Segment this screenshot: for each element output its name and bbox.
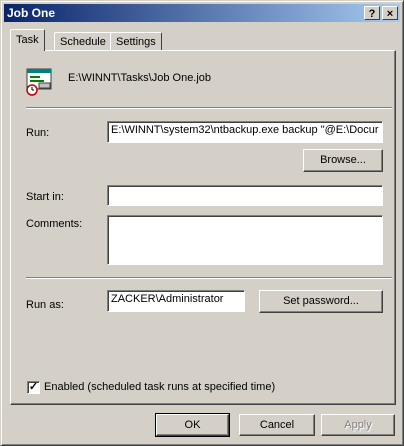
comments-label: Comments:: [26, 218, 83, 230]
cancel-button-label: Cancel: [259, 419, 295, 431]
start-in-label: Start in:: [26, 191, 64, 203]
separator: [26, 277, 392, 279]
window-title: Job One: [7, 6, 56, 20]
close-button[interactable]: ×: [382, 6, 398, 20]
separator: [26, 107, 392, 109]
ok-button[interactable]: OK: [155, 413, 230, 437]
browse-button[interactable]: Browse...: [303, 149, 383, 172]
tab-schedule[interactable]: Schedule: [54, 32, 112, 50]
enabled-checkbox[interactable]: ✓: [27, 381, 40, 394]
cancel-button[interactable]: Cancel: [239, 414, 315, 436]
task-file-path: E:\WINNT\Tasks\Job One.job: [68, 72, 212, 84]
run-label: Run:: [26, 127, 50, 139]
task-properties-window: Job One ? × Task Schedule Settings E:\WI…: [0, 0, 404, 446]
run-input[interactable]: E:\WINNT\system32\ntbackup.exe backup "@…: [107, 121, 383, 143]
task-tab-panel: E:\WINNT\Tasks\Job One.job Run: E:\WINNT…: [10, 50, 396, 405]
browse-button-label: Browse...: [320, 154, 366, 166]
apply-button[interactable]: Apply: [321, 414, 395, 436]
title-bar[interactable]: Job One ? ×: [4, 4, 400, 22]
set-password-button[interactable]: Set password...: [259, 290, 383, 313]
comments-input[interactable]: [107, 215, 383, 265]
set-password-button-label: Set password...: [283, 295, 359, 307]
apply-button-label: Apply: [344, 419, 372, 431]
run-as-input[interactable]: ZACKER\Administrator: [107, 290, 245, 312]
tab-task[interactable]: Task: [10, 29, 45, 51]
tab-settings[interactable]: Settings: [110, 32, 162, 50]
enabled-label[interactable]: Enabled (scheduled task runs at specifie…: [44, 381, 275, 393]
help-button[interactable]: ?: [364, 6, 380, 20]
run-as-label: Run as:: [26, 299, 64, 311]
scheduled-task-icon: [26, 68, 52, 96]
ok-button-label: OK: [184, 419, 201, 431]
start-in-input[interactable]: [107, 185, 383, 206]
